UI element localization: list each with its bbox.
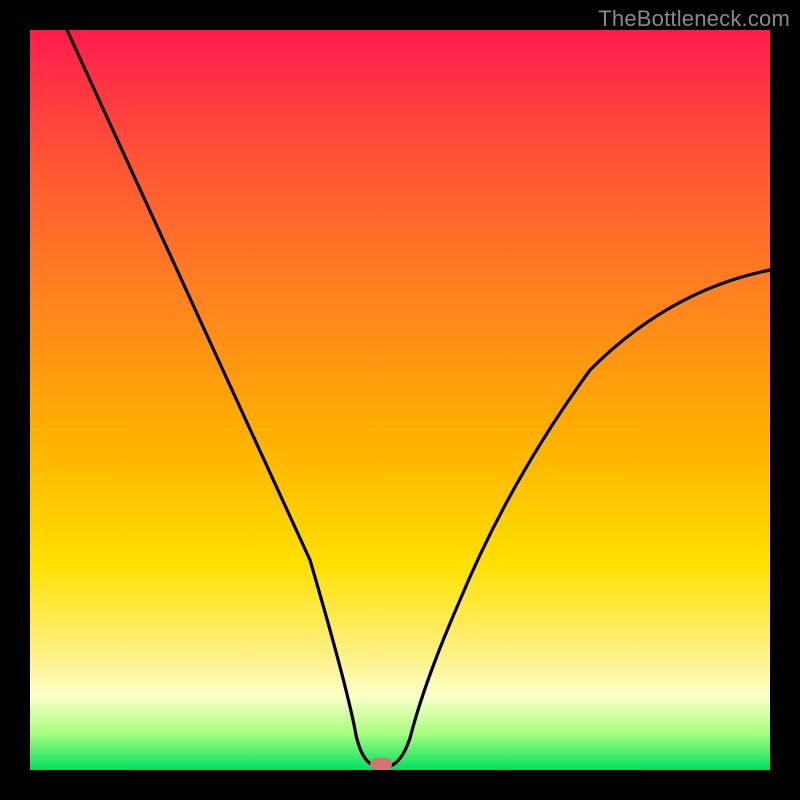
bottleneck-curve xyxy=(30,30,770,770)
minimum-marker xyxy=(370,758,392,770)
chart-frame: TheBottleneck.com xyxy=(0,0,800,800)
watermark-text: TheBottleneck.com xyxy=(598,6,790,32)
curve-path xyxy=(67,30,770,766)
